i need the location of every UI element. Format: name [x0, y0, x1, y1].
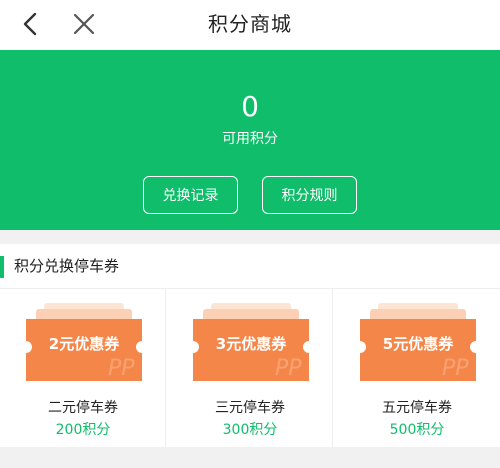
coupon-card-5[interactable]: PP 5元优惠券 五元停车券 500积分: [334, 289, 500, 447]
section-accent-bar: [0, 256, 4, 278]
coupon-card-3[interactable]: PP 3元优惠券 三元停车券 300积分: [167, 289, 333, 447]
section-header: 积分兑换停车券: [0, 244, 500, 289]
coupon-price: 300积分: [222, 422, 278, 438]
coupon-list: PP 2元优惠券 二元停车券 200积分 PP 3元优惠券 三元停车券 300积…: [0, 289, 500, 447]
coupon-price: 200积分: [55, 422, 111, 438]
svg-text:PP: PP: [275, 356, 302, 381]
coupon-price: 500积分: [389, 422, 445, 438]
coupon-card-2[interactable]: PP 2元优惠券 二元停车券 200积分: [0, 289, 166, 447]
page-title: 积分商城: [208, 12, 292, 36]
coupon-badge: 5元优惠券: [382, 335, 454, 353]
coupon-badge: 3元优惠券: [215, 335, 287, 353]
points-label: 可用积分: [222, 131, 278, 147]
svg-text:PP: PP: [442, 356, 469, 381]
section-title: 积分兑换停车券: [14, 257, 120, 275]
top-bar: 积分商城: [0, 0, 500, 50]
coupon-exchange-section: 积分兑换停车券 PP 2元优惠券 二元停车券 200积分 PP 3元优惠券 三元…: [0, 244, 500, 447]
coupon-badge: 2元优惠券: [48, 335, 120, 353]
coupon-name: 五元停车券: [382, 400, 452, 416]
points-rules-button[interactable]: 积分规则: [262, 176, 357, 214]
points-value: 0: [241, 90, 259, 123]
svg-text:PP: PP: [108, 356, 135, 381]
coupon-name: 三元停车券: [215, 400, 285, 416]
coupon-name: 二元停车券: [48, 400, 118, 416]
points-panel: 0 可用积分 兑换记录 积分规则: [0, 50, 500, 230]
exchange-history-button[interactable]: 兑换记录: [143, 176, 238, 214]
